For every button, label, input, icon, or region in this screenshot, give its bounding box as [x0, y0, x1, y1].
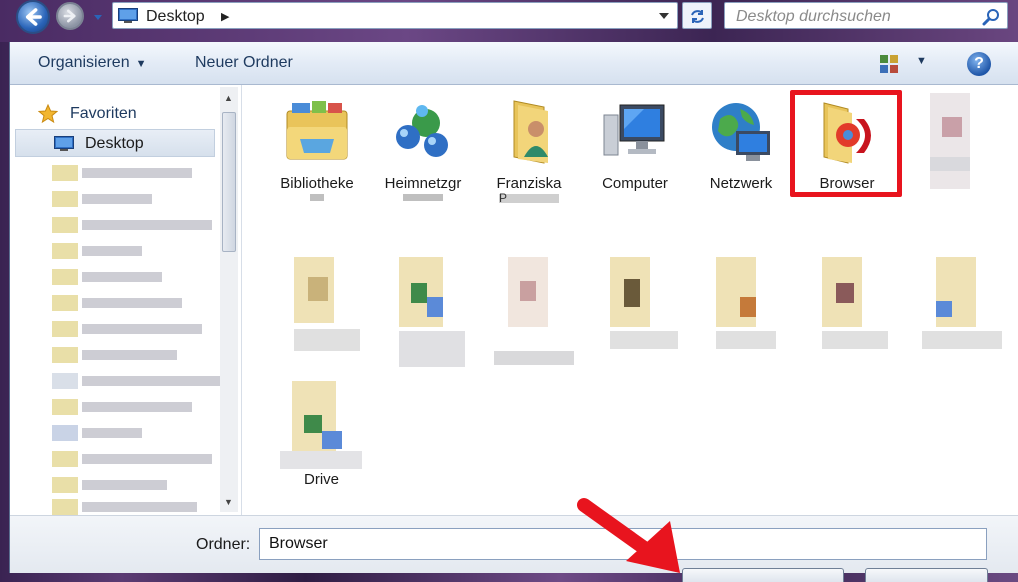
new-folder-button[interactable]: Neuer Ordner — [195, 54, 293, 72]
desktop-icon — [118, 8, 138, 23]
obscured-item[interactable] — [922, 257, 1002, 355]
history-dropdown-icon[interactable] — [92, 11, 104, 23]
obscured-item[interactable] — [294, 257, 360, 355]
search-box[interactable]: Desktop durchsuchen — [724, 2, 1008, 29]
save-dialog: Organisieren ▼ Neuer Ordner ▼ ? Favoriten… — [9, 42, 1018, 582]
sidebar-item-label: Desktop — [85, 135, 144, 152]
obscured-item[interactable] — [716, 257, 776, 355]
item-libraries[interactable]: Bibliotheke — [267, 97, 367, 201]
item-label: Computer — [602, 175, 668, 192]
favorites-item[interactable]: Favoriten — [38, 104, 137, 124]
libraries-icon — [286, 101, 348, 160]
item-drive[interactable]: Drive — [280, 381, 362, 491]
forward-button[interactable] — [56, 2, 84, 30]
sidebar-item-desktop[interactable]: Desktop — [15, 129, 215, 157]
obscured-label-fragment — [310, 194, 324, 201]
address-toolbar: Desktop ▶ Desktop durchsuchen — [0, 0, 1018, 42]
forward-arrow-icon — [63, 9, 76, 23]
obscured-item[interactable] — [930, 93, 970, 189]
obscured-label-fragment: P — [499, 192, 559, 204]
back-button[interactable] — [16, 0, 50, 34]
user-folder-icon — [513, 100, 548, 164]
item-label: Drive — [304, 471, 340, 488]
refresh-button[interactable] — [682, 2, 712, 29]
scrollbar-thumb[interactable] — [222, 112, 236, 252]
obscured-item[interactable] — [494, 257, 574, 369]
nav-scrollbar[interactable]: ▲ ▼ — [220, 87, 238, 512]
command-bar: Organisieren ▼ Neuer Ordner ▼ ? — [10, 42, 1018, 85]
refresh-icon — [691, 10, 704, 23]
obscured-label-fragment — [403, 194, 443, 201]
red-arrow-icon — [577, 498, 680, 573]
item-network[interactable]: Netzwerk — [691, 97, 791, 192]
desktop-icon — [54, 136, 74, 151]
cancel-button[interactable] — [865, 568, 988, 582]
select-folder-button[interactable] — [682, 568, 844, 582]
item-homegroup[interactable]: Heimnetzgr — [373, 97, 473, 201]
navigation-pane: Favoriten Desktop ▲ ▼ — [10, 85, 242, 515]
filename-label: Ordner: — [196, 536, 251, 553]
item-label: Franziska — [496, 175, 562, 192]
organize-label: Organisieren — [38, 54, 130, 71]
view-dropdown-icon[interactable]: ▼ — [916, 55, 927, 67]
browser-highlight-frame — [790, 90, 902, 197]
view-options-icon[interactable] — [879, 54, 899, 74]
item-computer[interactable]: Computer — [585, 97, 685, 192]
scroll-down-icon[interactable]: ▼ — [224, 497, 233, 507]
organize-menu[interactable]: Organisieren ▼ — [38, 54, 147, 72]
item-label: Netzwerk — [709, 175, 773, 192]
address-bar[interactable]: Desktop ▶ — [112, 2, 678, 29]
address-dropdown-icon[interactable] — [659, 12, 669, 20]
obscured-item[interactable] — [822, 257, 888, 355]
search-icon[interactable] — [982, 7, 1001, 26]
item-label: Heimnetzgr — [384, 175, 462, 192]
back-arrow-icon — [25, 8, 42, 26]
organize-caret-icon: ▼ — [135, 58, 147, 70]
item-label: Bibliotheke — [280, 175, 354, 192]
favorites-label: Favoriten — [70, 105, 137, 122]
computer-icon — [603, 104, 665, 156]
obscured-item[interactable] — [610, 257, 678, 355]
star-icon — [38, 104, 58, 124]
obscured-item[interactable] — [399, 257, 465, 369]
breadcrumb-chevron-icon[interactable]: ▶ — [221, 10, 229, 23]
search-placeholder[interactable]: Desktop durchsuchen — [736, 8, 891, 26]
scroll-up-icon[interactable]: ▲ — [224, 93, 233, 103]
file-list: Bibliotheke Heimnetzgr Franziska P Compu… — [242, 85, 1018, 515]
address-location[interactable]: Desktop — [146, 8, 205, 26]
item-user-folder[interactable]: Franziska P — [479, 97, 579, 204]
homegroup-icon — [396, 105, 448, 157]
filename-area: Ordner: — [10, 515, 1018, 582]
help-icon[interactable]: ? — [967, 52, 991, 76]
network-icon — [712, 103, 770, 161]
